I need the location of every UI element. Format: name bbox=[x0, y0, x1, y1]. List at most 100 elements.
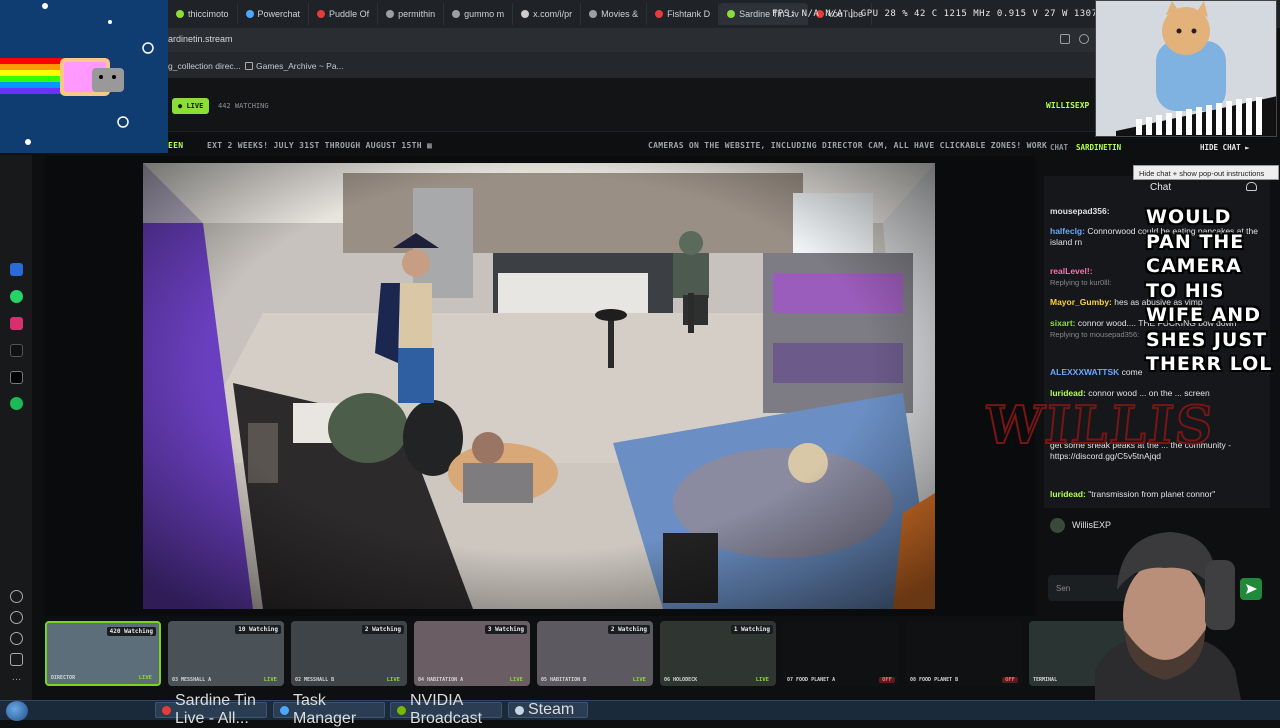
camera-thumbnail[interactable]: 2 Watching 02 MESSHALL B LIVE bbox=[291, 621, 407, 686]
taskbar-app-icon bbox=[515, 705, 524, 715]
browser-tab[interactable]: Puddle Of bbox=[309, 3, 379, 25]
ticker-fragment: EEN bbox=[168, 141, 184, 150]
taskbar-app-icon bbox=[397, 705, 406, 715]
extensions-icon[interactable] bbox=[10, 653, 23, 666]
messenger-icon[interactable] bbox=[10, 263, 23, 276]
settings-icon[interactable] bbox=[10, 632, 23, 645]
tab-label: Powerchat bbox=[257, 9, 301, 19]
tab-favicon-icon bbox=[176, 10, 184, 18]
chat-message-user[interactable]: sixart: bbox=[1050, 318, 1076, 328]
hide-chat-tooltip: Hide chat + show pop-out instructions bbox=[1133, 165, 1279, 180]
tab-favicon-icon bbox=[589, 10, 598, 18]
nyan-cat-overlay bbox=[0, 0, 168, 153]
camera-thumbnail[interactable]: 420 Watching DIRECTOR LIVE bbox=[45, 621, 161, 686]
thumbnail-status: OFF bbox=[1002, 677, 1018, 683]
browser-tab[interactable]: Movies & bbox=[581, 3, 648, 25]
tab-label: Movies & bbox=[601, 9, 639, 19]
more-icon[interactable]: … bbox=[10, 673, 23, 687]
hide-chat-button[interactable]: HIDE CHAT ► bbox=[1200, 143, 1250, 152]
webcam-image bbox=[1095, 532, 1245, 720]
tab-favicon-icon bbox=[386, 10, 395, 18]
chat-label: CHAT bbox=[1050, 143, 1069, 152]
tiktok-icon[interactable] bbox=[10, 344, 23, 357]
thumbnail-label: 05 HABITATION B bbox=[541, 677, 587, 683]
whatsapp-icon[interactable] bbox=[10, 290, 23, 303]
thumbnail-status: LIVE bbox=[263, 677, 277, 683]
browser-tab[interactable]: Fishtank D bbox=[647, 3, 720, 25]
url-text[interactable]: ardinetin.stream bbox=[168, 34, 233, 44]
chat-title: Chat bbox=[1150, 182, 1172, 193]
browser-tab[interactable]: thiccimoto bbox=[168, 3, 238, 25]
thumbnail-label: 06 HOLODECK bbox=[664, 677, 698, 683]
camera-thumbnail[interactable]: 10 Watching 03 MESSHALL A LIVE bbox=[168, 621, 284, 686]
tab-favicon-icon bbox=[655, 10, 664, 18]
browser-tab[interactable]: Powerchat bbox=[238, 3, 310, 25]
thumbnail-viewer-count: 2 Watching bbox=[361, 625, 404, 634]
thumbnail-status: LIVE bbox=[138, 675, 152, 681]
history-icon[interactable] bbox=[10, 611, 23, 624]
camera-thumbnail[interactable]: 08 FOOD PLANET B OFF bbox=[906, 621, 1022, 686]
chat-message-user[interactable]: realLevel!: bbox=[1050, 266, 1093, 276]
thumbnail-status: LIVE bbox=[632, 677, 646, 683]
keyboard-cat-image bbox=[1096, 1, 1276, 136]
bookmark-item[interactable]: Games_Archive ~ Pa... bbox=[256, 61, 344, 71]
nyan-cat-image bbox=[0, 0, 168, 153]
tab-label: Fishtank D bbox=[667, 9, 711, 19]
taskbar-app[interactable]: NVIDIA Broadcast bbox=[390, 692, 502, 727]
chat-header: CHAT SARDINETIN HIDE CHAT ► bbox=[1042, 136, 1280, 158]
chat-message-user[interactable]: Mayor_Gumby: bbox=[1050, 297, 1112, 307]
thumbnail-viewer-count: 2 Watching bbox=[607, 625, 650, 634]
browser-tab[interactable]: permithin bbox=[378, 3, 445, 25]
taskbar-app[interactable]: Sardine Tin Live - All... bbox=[155, 692, 267, 727]
camera-scene bbox=[143, 163, 935, 609]
tab-label: gummo m bbox=[464, 9, 505, 19]
users-icon[interactable] bbox=[1246, 182, 1257, 191]
thumbnail-status: LIVE bbox=[386, 677, 400, 683]
camera-thumbnail[interactable]: 2 Watching 05 HABITATION B LIVE bbox=[537, 621, 653, 686]
director-camera-video[interactable] bbox=[143, 163, 935, 609]
tab-favicon-icon bbox=[521, 10, 530, 18]
left-sidebar: … bbox=[0, 155, 32, 700]
taskbar-app-icon bbox=[162, 705, 171, 715]
streamer-name[interactable]: WILLISEXP bbox=[1046, 101, 1089, 110]
bookmark-item[interactable]: g_collection direc... bbox=[168, 61, 241, 71]
chat-message-user[interactable]: halfeclg: bbox=[1050, 226, 1085, 236]
thumbnail-label: 08 FOOD PLANET B bbox=[910, 677, 959, 683]
tts-caption-overlay: WOULD PAN THE CAMERA TO HIS WIFE AND SHE… bbox=[1146, 206, 1273, 375]
instagram-icon[interactable] bbox=[10, 317, 23, 330]
start-button[interactable] bbox=[6, 701, 28, 721]
chat-message-text: "transmission from planet connor" bbox=[1088, 489, 1216, 499]
chat-message-text: come bbox=[1121, 367, 1143, 377]
ticker-text: EXT 2 WEEKS! JULY 31ST THROUGH AUGUST 15… bbox=[207, 141, 433, 150]
taskbar-app-label: NVIDIA Broadcast bbox=[410, 692, 483, 727]
taskbar-app-label: Steam bbox=[528, 701, 575, 718]
install-app-icon[interactable] bbox=[1060, 34, 1070, 44]
chat-message-user[interactable]: luridead: bbox=[1050, 489, 1086, 499]
taskbar-app[interactable]: Task Manager bbox=[273, 692, 385, 727]
chat-message-user[interactable]: mousepad356: bbox=[1050, 206, 1110, 216]
taskbar-app-label: Task Manager bbox=[293, 692, 357, 727]
performance-overlay: FPS: N/A N/A | GPU 28 % 42 C 1215 MHz 0.… bbox=[772, 9, 1122, 19]
thumbnail-viewer-count: 1 Watching bbox=[730, 625, 773, 634]
browser-tab[interactable]: x.com/i/pr bbox=[513, 3, 582, 25]
thumbnail-status: LIVE bbox=[509, 677, 523, 683]
thumbnail-label: 07 FOOD PLANET A bbox=[787, 677, 836, 683]
camera-thumbnail[interactable]: 3 Watching 04 HABITATION A LIVE bbox=[414, 621, 530, 686]
taskbar-app-label: Sardine Tin Live - All... bbox=[175, 692, 256, 727]
camera-thumbnail[interactable]: 07 FOOD PLANET A OFF bbox=[783, 621, 899, 686]
heart-icon[interactable] bbox=[10, 590, 23, 603]
tab-label: x.com/i/pr bbox=[533, 9, 573, 19]
x-icon[interactable] bbox=[10, 371, 23, 384]
tab-label: Puddle Of bbox=[329, 9, 370, 19]
tab-favicon-icon bbox=[245, 10, 254, 18]
camera-icon[interactable] bbox=[1079, 34, 1089, 44]
taskbar-app[interactable]: Steam bbox=[508, 701, 588, 718]
camera-thumbnail[interactable]: 1 Watching 06 HOLODECK LIVE bbox=[660, 621, 776, 686]
spotify-icon[interactable] bbox=[10, 397, 23, 410]
thumbnail-viewer-count: 3 Watching bbox=[484, 625, 527, 634]
news-ticker: EEN EXT 2 WEEKS! JULY 31ST THROUGH AUGUS… bbox=[165, 136, 1047, 156]
browser-tab[interactable]: gummo m bbox=[444, 3, 514, 25]
tab-label: thiccimoto bbox=[188, 9, 229, 19]
thumbnail-viewer-count: 420 Watching bbox=[106, 627, 156, 636]
chat-message-user[interactable]: ALEXXXWATTSK bbox=[1050, 367, 1119, 377]
